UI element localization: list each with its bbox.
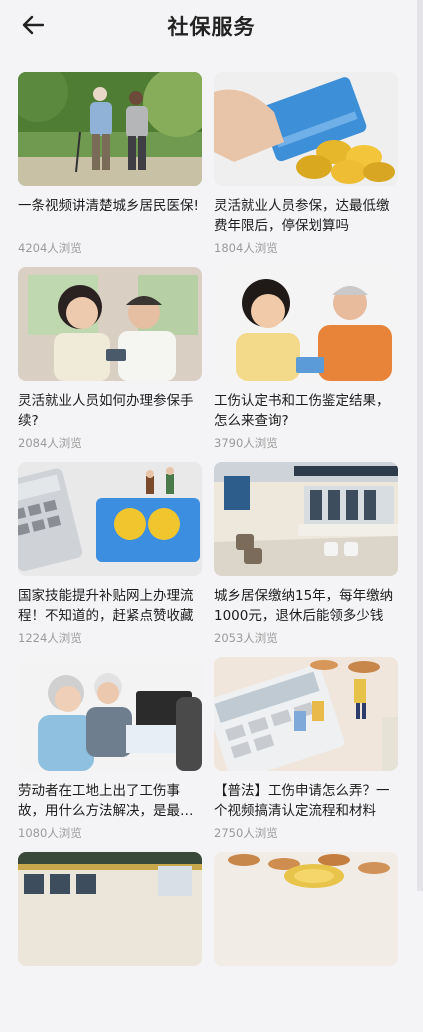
article-card[interactable]: 城乡居保缴纳15年，每年缴纳1000元，退休后能领多少钱 2053人浏览 (214, 462, 398, 645)
article-title: 灵活就业人员如何办理参保手续? (18, 393, 194, 429)
article-thumbnail (18, 72, 202, 186)
page-title: 社保服务 (167, 15, 256, 39)
article-thumbnail (214, 852, 398, 966)
article-thumbnail (18, 267, 202, 381)
article-thumbnail (18, 657, 202, 771)
top-bar: 社保服务 (0, 0, 423, 52)
article-card[interactable]: 灵活就业人员如何办理参保手续? 2084人浏览 (18, 267, 202, 450)
scrollbar[interactable] (417, 0, 423, 891)
article-title: 劳动者在工地上出了工伤事故，用什么方法解决，是最有效的 (18, 783, 194, 819)
article-title: 城乡居保缴纳15年，每年缴纳1000元，退休后能领多少钱 (214, 588, 394, 624)
view-count: 1804人浏览 (214, 241, 278, 255)
article-card[interactable]: 劳动者在工地上出了工伤事故，用什么方法解决，是最有效的 1080人浏览 (18, 657, 202, 840)
article-title: 灵活就业人员参保，达最低缴费年限后，停保划算吗 (214, 198, 390, 234)
article-card[interactable]: 工伤认定书和工伤鉴定结果，怎么来查询? 3790人浏览 (214, 267, 398, 450)
article-thumbnail (214, 72, 398, 186)
article-title: 一条视频讲清楚城乡居民医保! (18, 198, 199, 214)
view-count: 1224人浏览 (18, 631, 82, 645)
article-title: 【普法】工伤申请怎么弄？一个视频搞清认定流程和材料 (214, 783, 390, 819)
article-card[interactable]: 一条视频讲清楚城乡居民医保! 4204人浏览 (18, 72, 202, 255)
view-count: 2053人浏览 (214, 631, 278, 645)
view-count: 4204人浏览 (18, 241, 82, 255)
article-thumbnail (18, 462, 202, 576)
article-card[interactable] (18, 852, 202, 1032)
article-card[interactable] (214, 852, 398, 1032)
view-count: 2750人浏览 (214, 826, 278, 840)
article-thumbnail (214, 267, 398, 381)
article-title: 工伤认定书和工伤鉴定结果，怎么来查询? (214, 393, 390, 429)
view-count: 3790人浏览 (214, 436, 278, 450)
view-count: 2084人浏览 (18, 436, 82, 450)
article-card[interactable]: 灵活就业人员参保，达最低缴费年限后，停保划算吗 1804人浏览 (214, 72, 398, 255)
article-thumbnail (18, 852, 202, 966)
article-thumbnail (214, 462, 398, 576)
article-thumbnail (214, 657, 398, 771)
article-card[interactable]: 【普法】工伤申请怎么弄？一个视频搞清认定流程和材料 2750人浏览 (214, 657, 398, 840)
view-count: 1080人浏览 (18, 826, 82, 840)
article-card[interactable]: 国家技能提升补贴网上办理流程！不知道的，赶紧点赞收藏 1224人浏览 (18, 462, 202, 645)
article-title: 国家技能提升补贴网上办理流程！不知道的，赶紧点赞收藏 (18, 588, 194, 624)
